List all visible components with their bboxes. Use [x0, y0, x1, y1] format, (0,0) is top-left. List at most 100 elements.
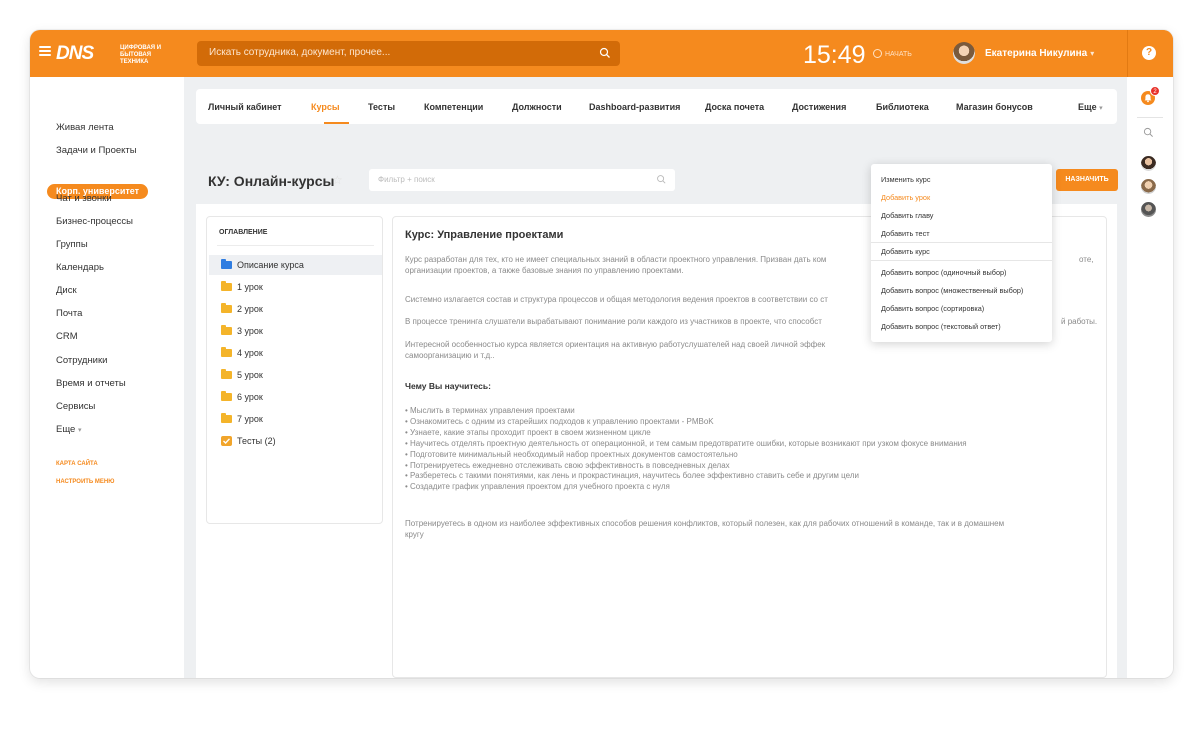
- search-placeholder: Искать сотрудника, документ, прочее...: [209, 47, 391, 58]
- search-input[interactable]: Искать сотрудника, документ, прочее...: [197, 41, 620, 66]
- tab-more[interactable]: Еще ▾: [1078, 102, 1103, 112]
- folder-icon: [221, 303, 232, 313]
- divider: [871, 260, 1052, 261]
- search-icon[interactable]: [599, 47, 611, 59]
- text-line: й работы.: [1061, 317, 1098, 326]
- folder-icon: [221, 413, 232, 423]
- folder-icon: [221, 347, 232, 357]
- filter-placeholder: Фильтр + поиск: [378, 175, 435, 184]
- tab-achievements[interactable]: Достижения: [792, 102, 846, 112]
- toc-item-lesson[interactable]: 7 урок: [209, 409, 382, 429]
- settings-dropdown: Изменить курс Добавить урок Добавить гла…: [871, 164, 1052, 342]
- avatar[interactable]: [1141, 156, 1156, 171]
- toc-item-lesson[interactable]: 5 урок: [209, 365, 382, 385]
- tabs-bar: Личный кабинет Курсы Тесты Компетенции Д…: [196, 89, 1117, 124]
- filter-input[interactable]: Фильтр + поиск: [369, 169, 675, 191]
- course-paragraph: Интересной особенностью курса является о…: [405, 339, 1098, 361]
- tab-personal[interactable]: Личный кабинет: [208, 102, 282, 112]
- search-icon[interactable]: [656, 174, 667, 185]
- toc-item-label: Тесты (2): [237, 436, 276, 446]
- chevron-down-icon: ▾: [1090, 49, 1095, 58]
- avatar[interactable]: [1141, 202, 1156, 217]
- toc-item-lesson[interactable]: 6 урок: [209, 387, 382, 407]
- avatar[interactable]: [953, 42, 975, 64]
- toc-item-label: 6 урок: [237, 392, 263, 402]
- page-title: КУ: Онлайн-курсы: [208, 173, 335, 189]
- tab-bonus-shop[interactable]: Магазин бонусов: [956, 102, 1033, 112]
- toc-item-lesson[interactable]: 2 урок: [209, 299, 382, 319]
- sidebar-item-crm[interactable]: CRM: [56, 331, 78, 342]
- sidebar-item-disk[interactable]: Диск: [56, 285, 77, 296]
- text-line: Интересной особенностью курса является о…: [405, 340, 826, 349]
- sidebar-item-bizproc[interactable]: Бизнес-процессы: [56, 216, 133, 227]
- sidebar-item-employees[interactable]: Сотрудники: [56, 355, 107, 366]
- menu-item-add-question-single[interactable]: Добавить вопрос (одиночный выбор): [881, 268, 1007, 277]
- chevron-down-icon: ▾: [1099, 105, 1103, 112]
- app-window: DNS ЦИФРОВАЯ И БЫТОВАЯ ТЕХНИКА Искать со…: [30, 30, 1173, 678]
- tab-competencies[interactable]: Компетенции: [424, 102, 483, 112]
- list-item: • Создадите график управления проектом д…: [405, 482, 670, 492]
- toc-item-lesson[interactable]: 4 урок: [209, 343, 382, 363]
- search-icon[interactable]: [1143, 127, 1154, 138]
- text-line: самоорганизацию и т.д..: [405, 351, 495, 360]
- toc-item-tests[interactable]: Тесты (2): [209, 431, 382, 451]
- user-name: Екатерина Никулина: [985, 48, 1088, 59]
- sidebar-item-calendar[interactable]: Календарь: [56, 262, 104, 273]
- sidebar-item-more[interactable]: Еще ▾: [56, 424, 82, 435]
- toc-item-description[interactable]: Описание курса: [209, 255, 382, 275]
- assign-button[interactable]: НАЗНАЧИТЬ: [1056, 169, 1118, 191]
- avatar[interactable]: [1141, 179, 1156, 194]
- toc-item-label: 5 урок: [237, 370, 263, 380]
- tab-library[interactable]: Библиотека: [876, 102, 929, 112]
- menu-item-add-question-sort[interactable]: Добавить вопрос (сортировка): [881, 304, 984, 313]
- toc-item-label: 4 урок: [237, 348, 263, 358]
- bullet-list: • Мыслить в терминах управления проектам…: [405, 406, 1098, 493]
- help-icon[interactable]: ?: [1142, 46, 1156, 60]
- sidebar-item-tasks[interactable]: Задачи и Проекты: [56, 145, 137, 156]
- toc-item-lesson[interactable]: 3 урок: [209, 321, 382, 341]
- toc-item-label: 7 урок: [237, 414, 263, 424]
- menu-item-add-question-multiple[interactable]: Добавить вопрос (множественный выбор): [881, 286, 1023, 295]
- folder-icon: [221, 281, 232, 291]
- list-item: • Разберетесь с такими понятиями, как ле…: [405, 471, 859, 481]
- sidebar-item-feed[interactable]: Живая лента: [56, 122, 114, 133]
- tab-courses[interactable]: Курсы: [311, 102, 340, 112]
- start-button[interactable]: НАЧАТЬ: [873, 49, 912, 58]
- sidebar-item-groups[interactable]: Группы: [56, 239, 88, 250]
- sidebar-item-chat[interactable]: Чат и звонки: [56, 193, 112, 204]
- user-menu[interactable]: Екатерина Никулина ▾: [985, 48, 1094, 59]
- configure-menu-link[interactable]: НАСТРОИТЬ МЕНЮ: [56, 479, 114, 485]
- toc-title: ОГЛАВЛЕНИЕ: [219, 229, 268, 236]
- menu-item-add-test[interactable]: Добавить тест: [881, 229, 930, 238]
- tab-dashboard[interactable]: Dashboard-развития: [589, 102, 680, 112]
- menu-item-add-chapter[interactable]: Добавить главу: [881, 211, 933, 220]
- text-line: оте,: [1079, 255, 1094, 264]
- active-tab-indicator: [324, 122, 349, 124]
- menu-item-add-question-text[interactable]: Добавить вопрос (текстовый ответ): [881, 322, 1001, 331]
- star-icon[interactable]: ☆: [332, 173, 343, 187]
- tab-honor-board[interactable]: Доска почета: [705, 102, 764, 112]
- tab-more-label: Еще: [1078, 102, 1097, 112]
- list-item: • Научитесь отделять проектную деятельно…: [405, 438, 967, 448]
- toc-item-label: 1 урок: [237, 282, 263, 292]
- toc-item-label: Описание курса: [237, 260, 304, 270]
- sitemap-link[interactable]: КАРТА САЙТА: [56, 461, 98, 467]
- logo[interactable]: DNS: [56, 43, 94, 65]
- text-line: В процессе тренинга слушатели вырабатыва…: [405, 317, 822, 326]
- toc-item-lesson[interactable]: 1 урок: [209, 277, 382, 297]
- sidebar-item-mail[interactable]: Почта: [56, 308, 82, 319]
- menu-item-edit-course[interactable]: Изменить курс: [881, 175, 931, 184]
- tab-tests[interactable]: Тесты: [368, 102, 395, 112]
- menu-item-add-course[interactable]: Добавить курс: [881, 247, 930, 256]
- menu-item-add-lesson[interactable]: Добавить урок: [881, 193, 930, 202]
- sidebar-item-services[interactable]: Сервисы: [56, 401, 95, 412]
- list-item: • Потренируетесь ежедневно отслеживать с…: [405, 460, 730, 470]
- notification-badge: 2: [1150, 86, 1160, 96]
- sidebar-more-label: Еще: [56, 424, 76, 435]
- top-bar: DNS ЦИФРОВАЯ И БЫТОВАЯ ТЕХНИКА Искать со…: [30, 30, 1173, 77]
- menu-icon[interactable]: [39, 46, 51, 56]
- tab-positions[interactable]: Должности: [512, 102, 562, 112]
- sidebar-item-time[interactable]: Время и отчеты: [56, 378, 126, 389]
- folder-icon: [221, 369, 232, 379]
- clock: 15:49: [803, 41, 866, 69]
